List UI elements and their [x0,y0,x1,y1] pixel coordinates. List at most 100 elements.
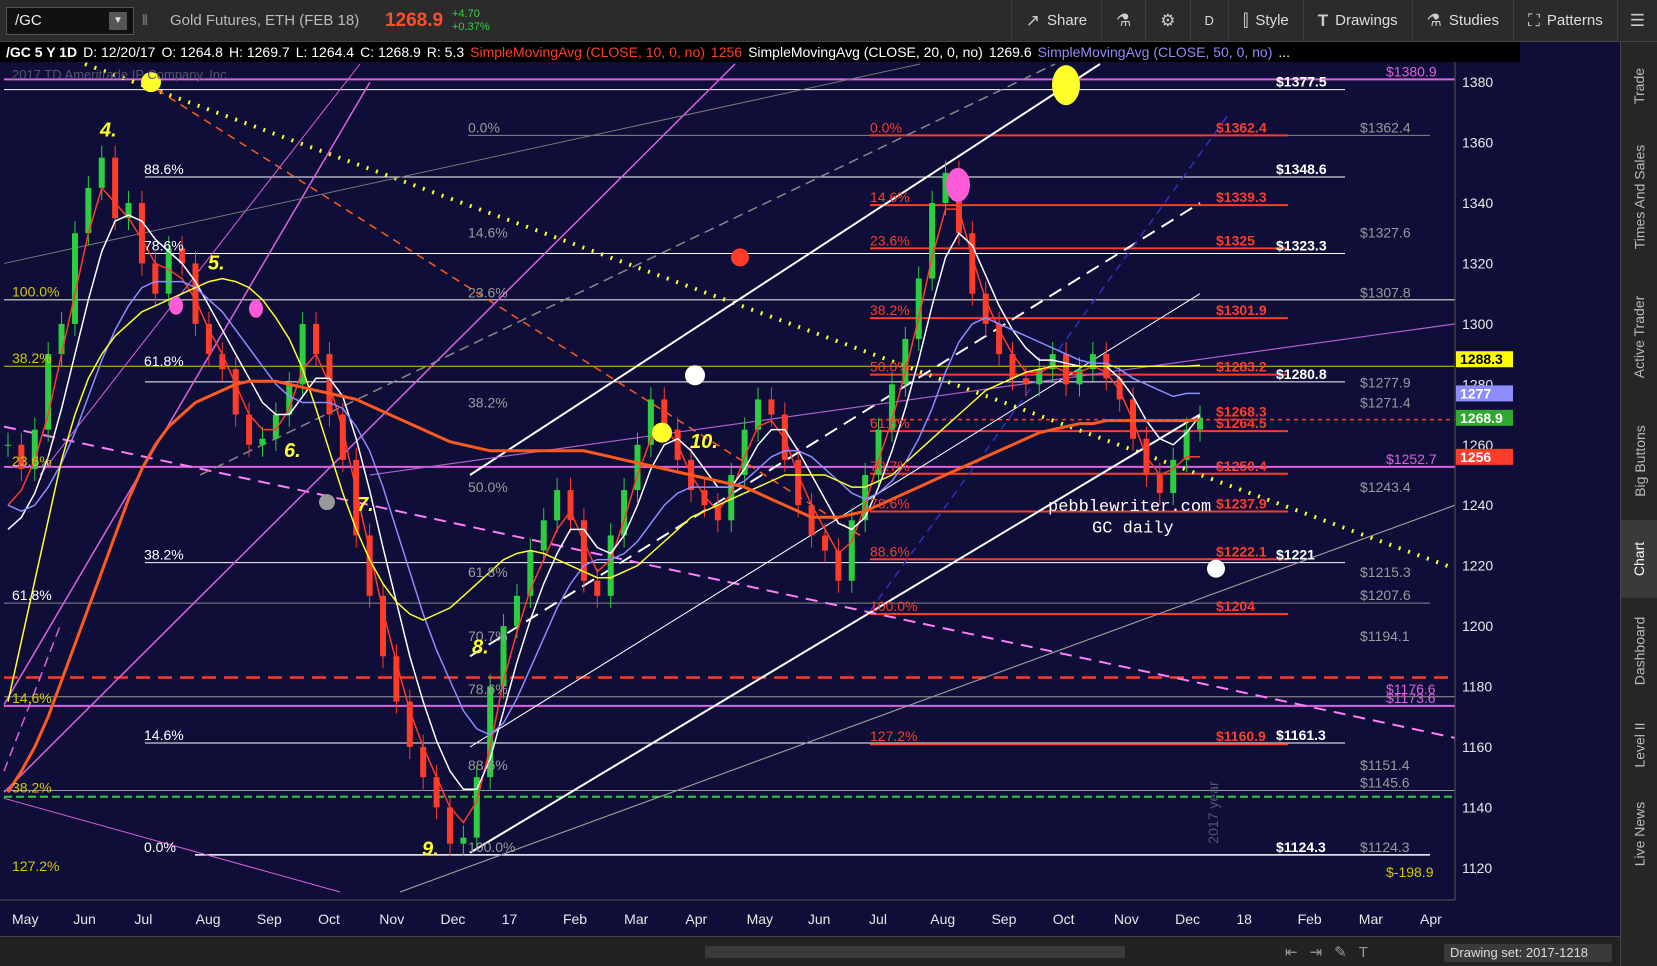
tab-chart-label: Chart [1631,541,1648,577]
fib-red-label: 38.2% [870,302,910,318]
fib-left-yellow-label: 38.2% [12,350,52,366]
time-scroll-thumb[interactable] [705,946,1125,958]
grey-fib-price-label: $1277.9 [1360,375,1411,391]
tab-level-ii[interactable]: Level II [1621,704,1657,786]
candle-body [554,490,561,521]
tab-active-trader[interactable]: Active Trader [1621,272,1657,402]
month-tick-label: Dec [441,911,466,927]
bar-close: C: 1268.9 [360,44,421,60]
wave-label: 10. [690,431,718,453]
fib-red-label: 14.6% [870,189,910,205]
candle-body [513,595,520,627]
red-fib-price-label: $1204 [1216,598,1255,614]
sma20-study[interactable]: SimpleMovingAvg (CLOSE, 20, 0, no) [748,44,983,60]
share-button[interactable]: ↗ Share [1010,0,1101,42]
candle-body [1063,354,1070,385]
studies-button[interactable]: ⚗ Studies [1411,0,1513,42]
fib-mid-label: 23.6% [468,284,508,300]
wave-label: 8. [472,636,489,658]
drawing-set-selector[interactable]: Drawing set: 2017-1218 [1444,944,1612,962]
grey-fib-price-label: $1327.6 [1360,224,1411,240]
candle-body [259,438,266,445]
fib-left-yellow-label: 23.6% [12,453,52,469]
month-tick-label: Sep [991,911,1016,927]
grey-fib-price-label: $1151.4 [1360,757,1410,773]
candle-body [795,459,802,506]
price-badge-label: 1256 [1460,449,1491,465]
drawing-icon[interactable]: ✎ [1334,944,1359,961]
price-tick-label: 1340 [1462,195,1493,211]
type-icon[interactable]: T [1359,944,1380,961]
tab-live-news[interactable]: Live News [1621,786,1657,882]
candle-body [138,203,145,264]
month-tick-label: Dec [1175,911,1200,927]
net-change: +4.70 +0.37% [452,8,502,34]
month-tick-label: Nov [379,911,404,927]
fib-left-label: 61.8% [12,587,52,603]
candle-body [112,157,119,219]
price-tick-label: 1200 [1462,618,1493,634]
zoom-out-icon[interactable]: ⇤ [1285,944,1310,961]
status-more[interactable]: ... [1278,44,1290,60]
price-chart[interactable]: $1377.5 $1348.6 $1323.3 $1280.8 $1221 $1161.3… [0,42,1620,936]
fib-red-label: 70.7% [870,458,910,474]
red-fib-price-label: $1325 [1216,232,1255,248]
tab-times-and-sales[interactable]: Times And Sales [1621,122,1657,272]
menu-button[interactable]: ☰ [1616,0,1657,42]
last-price: 1268.9 [384,9,444,31]
wave-label: 4. [99,120,117,142]
chevron-down-icon[interactable]: ▼ [109,11,127,30]
red-fib-price-label: $1250.4 [1216,458,1267,474]
fib-red-label: 127.2% [870,728,917,744]
candle-body [607,535,614,596]
tab-trade-label: Trade [1631,67,1648,105]
candle-body [246,414,253,445]
sma50-study[interactable]: SimpleMovingAvg (CLOSE, 50, 0, no) [1038,44,1273,60]
level-price-label: $1221 [1276,547,1315,563]
bar-open: O: 1264.8 [161,44,223,60]
price-tick-label: 1320 [1462,255,1493,271]
copyright-watermark: 2017 TD Ameritrade IP Company, Inc. [12,67,230,82]
right-side-tabs: Trade Times And Sales Active Trader Big … [1620,42,1657,966]
sma10-study[interactable]: SimpleMovingAvg (CLOSE, 10, 0, no) [470,44,705,60]
tab-active-trader-label: Active Trader [1631,295,1648,379]
tab-times-and-sales-label: Times And Sales [1631,144,1648,250]
fib-left-label: 88.6% [144,161,184,177]
grey-fib-price-label: $1145.6 [1360,774,1410,790]
patterns-icon: ⛶ [1527,10,1540,30]
link-icon[interactable]: ⫴ [142,12,156,29]
fib-red-label: 78.6% [870,496,910,512]
sma20-value: 1269.6 [988,44,1032,60]
month-tick-label: Mar [624,911,648,927]
aggregation-label: D [1204,13,1214,28]
magenta-price-label: $1173.6 [1386,690,1436,706]
patterns-button[interactable]: ⛶ Patterns [1512,0,1617,42]
zoom-in-icon[interactable]: ⇥ [1310,944,1335,961]
candle-body [152,263,159,294]
fib-mid-label: 88.6% [468,757,508,773]
aggregation-button[interactable]: D [1189,0,1228,42]
flask-button[interactable]: ⚗ [1101,0,1145,42]
tab-trade[interactable]: Trade [1621,50,1657,122]
tab-dashboard[interactable]: Dashboard [1621,598,1657,704]
grey-fib-price-label: $1307.8 [1360,284,1411,300]
flask-icon: ⚗ [1116,10,1132,30]
candle-body [1022,378,1029,385]
tab-chart[interactable]: Chart [1621,520,1657,598]
fib-red-label: 61.8% [870,415,910,431]
price-badge-label: 1288.3 [1460,351,1503,367]
month-tick-label: Feb [1298,911,1322,927]
month-tick-label: 17 [502,911,518,927]
studies-label: Studies [1448,12,1499,29]
fib-mid-label: 100.0% [468,839,515,855]
tab-big-buttons[interactable]: Big Buttons [1621,402,1657,520]
fib-mid-label: 78.6% [468,681,508,697]
bar-high: H: 1269.7 [228,44,290,60]
grey-fib-price-label: $1194.1 [1360,628,1410,644]
annotation-line-2: GC daily [1092,519,1174,538]
style-button[interactable]: ⫿ Style [1227,0,1303,42]
settings-button[interactable]: ⚙ [1145,0,1189,42]
symbol-input[interactable]: /GC ▼ [6,6,134,35]
chart-area[interactable]: $1377.5 $1348.6 $1323.3 $1280.8 $1221 $1161.3… [0,42,1620,936]
drawings-button[interactable]: T Drawings [1302,0,1412,42]
